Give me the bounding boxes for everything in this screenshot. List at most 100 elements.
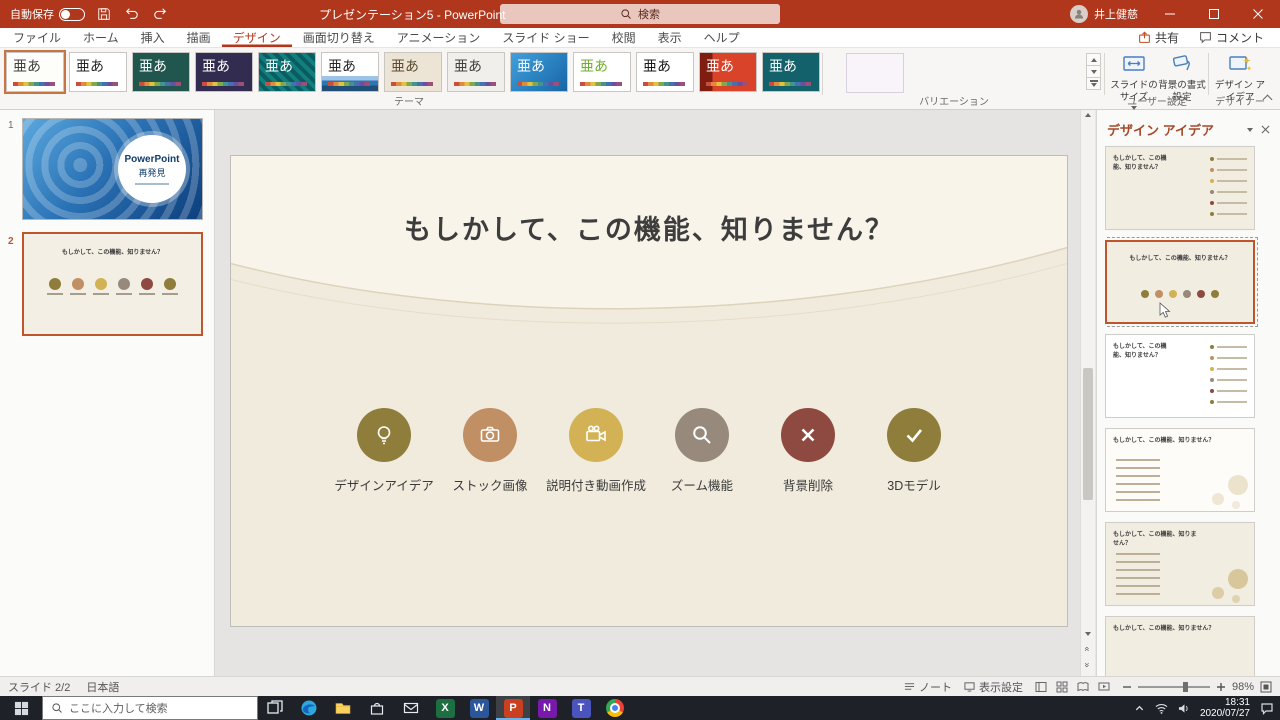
ribbon-tab[interactable]: ヘルプ (693, 28, 751, 47)
scrollbar-thumb[interactable] (1083, 368, 1093, 500)
theme-tile[interactable]: 亜あ (573, 52, 631, 92)
autosave-switch[interactable] (59, 8, 85, 21)
feature-item[interactable]: 背景削除 (761, 408, 855, 494)
vertical-scrollbar[interactable]: « » (1080, 110, 1095, 676)
start-button[interactable] (0, 696, 42, 720)
theme-tile[interactable]: 亜あ (258, 52, 316, 92)
theme-tile[interactable]: 亜あ (510, 52, 568, 92)
ribbon-tab[interactable]: デザイン (222, 28, 292, 47)
taskbar-app[interactable] (360, 696, 394, 720)
scroll-down-arrow[interactable] (1081, 632, 1095, 636)
taskbar-app[interactable] (292, 696, 326, 720)
scroll-up-arrow[interactable] (1081, 113, 1095, 117)
ribbon-tab[interactable]: 校閲 (601, 28, 647, 47)
ribbon-tab[interactable]: スライド ショー (491, 28, 600, 47)
design-suggestion[interactable]: もしかして、この機能、知りません？ (1105, 146, 1255, 230)
previous-slide-button[interactable]: « (1081, 644, 1095, 654)
close-button[interactable] (1236, 0, 1280, 28)
taskbar-app[interactable]: W (462, 696, 496, 720)
ribbon-tab[interactable]: 描画 (176, 28, 222, 47)
normal-view-button[interactable] (1035, 681, 1047, 693)
taskbar-app[interactable] (598, 696, 632, 720)
taskbar-app[interactable] (258, 696, 292, 720)
design-suggestion[interactable]: もしかして、この機能、知りません？ (1105, 240, 1255, 324)
gallery-more-button[interactable] (1086, 77, 1101, 90)
zoom-out-button[interactable] (1122, 682, 1132, 692)
theme-tile[interactable]: 亜あ (636, 52, 694, 92)
account-button[interactable]: 井上健慈 (1070, 5, 1138, 23)
ribbon-tab[interactable]: 画面切り替え (292, 28, 386, 47)
feature-item[interactable]: ズーム機能 (655, 408, 749, 494)
taskbar-app[interactable]: P (496, 696, 530, 720)
ribbon-tab[interactable]: 挿入 (130, 28, 176, 47)
design-suggestion[interactable]: もしかして、この機能、知りません？ (1105, 616, 1255, 676)
design-suggestion[interactable]: もしかして、この機能、知りません？ (1105, 522, 1255, 606)
fit-slide-button[interactable] (1260, 681, 1272, 693)
feature-item[interactable]: ストック画像 (443, 408, 537, 494)
taskbar-clock[interactable]: 18:31 2020/07/27 (1200, 697, 1250, 719)
search-box[interactable]: 検索 (500, 4, 780, 24)
undo-button[interactable] (123, 5, 141, 23)
zoom-slider-thumb[interactable] (1183, 682, 1188, 692)
theme-tile[interactable]: 亜あ (762, 52, 820, 92)
language-indicator[interactable]: 日本語 (86, 679, 119, 695)
design-suggestion[interactable]: もしかして、この機能、知りません？ (1105, 428, 1255, 512)
theme-sample-text: 亜あ (196, 53, 252, 73)
action-center-icon[interactable] (1260, 702, 1274, 715)
taskbar-app[interactable]: T (564, 696, 598, 720)
slide-size-icon (1122, 54, 1146, 78)
network-icon[interactable] (1155, 703, 1168, 714)
theme-sample-text: 亜あ (322, 53, 378, 73)
feature-item[interactable]: 3Dモデル (867, 408, 961, 494)
save-button[interactable] (95, 5, 113, 23)
display-settings-button[interactable]: 表示設定 (964, 679, 1023, 695)
comments-button[interactable]: コメント (1191, 28, 1272, 47)
ribbon-tab[interactable]: ホーム (72, 28, 130, 47)
redo-button[interactable] (151, 5, 169, 23)
next-slide-button[interactable]: » (1081, 660, 1095, 670)
zoom-in-button[interactable] (1216, 682, 1226, 692)
theme-tile[interactable]: 亜あ (384, 52, 442, 92)
slide-title[interactable]: もしかして、この機能、知りません？ (231, 208, 1067, 247)
ribbon-tab[interactable]: アニメーション (386, 28, 492, 47)
taskbar-app[interactable]: N (530, 696, 564, 720)
share-button[interactable]: 共有 (1130, 28, 1187, 47)
theme-tile[interactable]: 亜あ (195, 52, 253, 92)
slide-canvas[interactable]: もしかして、この機能、知りません？ (230, 155, 1068, 627)
theme-tile[interactable]: 亜あ (132, 52, 190, 92)
theme-tile[interactable]: 亜あ (321, 52, 379, 92)
tray-chevron-up-icon[interactable] (1134, 703, 1145, 714)
reading-view-button[interactable] (1077, 681, 1089, 693)
panel-close-icon[interactable] (1261, 125, 1270, 134)
check-mark-icon (901, 422, 927, 448)
design-suggestion[interactable]: もしかして、この機能、知りません？ (1105, 334, 1255, 418)
maximize-button[interactable] (1192, 0, 1236, 28)
feature-item[interactable]: デザインアイデア (337, 408, 431, 494)
theme-tile[interactable]: 亜あ (69, 52, 127, 92)
slide-thumbnail-panel: 1 PowerPoint 再発見 2 もしかして、この機能、知りません？ (0, 110, 215, 676)
taskbar-app[interactable]: X (428, 696, 462, 720)
slide-sorter-view-button[interactable] (1056, 681, 1068, 693)
theme-tile[interactable]: 亜あ (6, 52, 64, 92)
variation-tile[interactable] (846, 53, 904, 93)
theme-tile[interactable]: 亜あ (699, 52, 757, 92)
notes-button[interactable]: ノート (904, 679, 952, 695)
panel-chevron-down-icon[interactable] (1247, 128, 1253, 132)
workspace: 1 PowerPoint 再発見 2 もしかして、この機能、知りません？ (0, 110, 1280, 676)
theme-tile[interactable]: 亜あ (447, 52, 505, 92)
autosave-toggle[interactable]: 自動保存 (10, 6, 85, 22)
taskbar-app[interactable] (394, 696, 428, 720)
minimize-button[interactable] (1148, 0, 1192, 28)
volume-icon[interactable] (1178, 703, 1190, 714)
ribbon-tab[interactable]: 表示 (647, 28, 693, 47)
close-icon (1252, 8, 1264, 20)
zoom-level[interactable]: 98% (1232, 681, 1254, 693)
taskbar-app[interactable] (326, 696, 360, 720)
slide-thumbnail-2-selected[interactable]: もしかして、この機能、知りません？ (22, 232, 203, 336)
taskbar-search[interactable]: ここに入力して検索 (42, 696, 258, 720)
slideshow-view-button[interactable] (1098, 681, 1110, 693)
zoom-slider[interactable] (1138, 686, 1210, 688)
ribbon-tab[interactable]: ファイル (2, 28, 72, 47)
slide-thumbnail-1[interactable]: PowerPoint 再発見 (22, 118, 203, 220)
feature-item[interactable]: 説明付き動画作成 (549, 408, 643, 494)
